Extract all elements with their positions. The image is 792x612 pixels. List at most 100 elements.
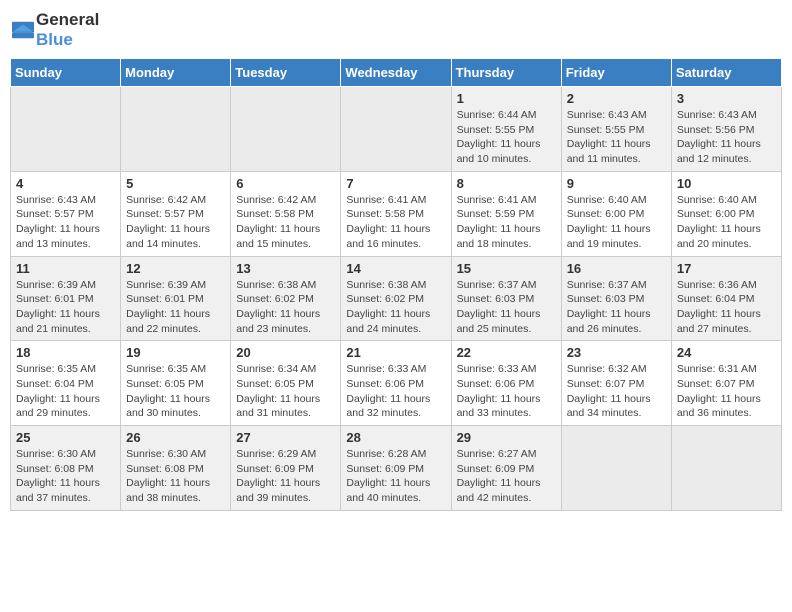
calendar-table: SundayMondayTuesdayWednesdayThursdayFrid…	[10, 58, 782, 511]
calendar-cell: 26 Sunrise: 6:30 AM Sunset: 6:08 PM Dayli…	[121, 426, 231, 511]
calendar-cell: 14 Sunrise: 6:38 AM Sunset: 6:02 PM Dayli…	[341, 256, 451, 341]
calendar-cell: 12 Sunrise: 6:39 AM Sunset: 6:01 PM Dayli…	[121, 256, 231, 341]
calendar-cell	[561, 426, 671, 511]
logo-icon	[12, 19, 34, 41]
calendar-cell: 15Sunrise: 6:37 AM Sunset: 6:03 PM Dayli…	[451, 256, 561, 341]
day-info: Sunrise: 6:33 AM Sunset: 6:06 PM Dayligh…	[457, 362, 556, 421]
calendar-cell: 2 Sunrise: 6:43 AM Sunset: 5:55 PM Daylig…	[561, 87, 671, 172]
day-number: 24	[677, 345, 776, 360]
calendar-cell: 7 Sunrise: 6:41 AM Sunset: 5:58 PM Daylig…	[341, 171, 451, 256]
day-number: 25	[16, 430, 115, 445]
day-info: Sunrise: 6:40 AM Sunset: 6:00 PM Dayligh…	[567, 193, 666, 252]
calendar-cell: 24 Sunrise: 6:31 AM Sunset: 6:07 PM Dayli…	[671, 341, 781, 426]
calendar-cell	[671, 426, 781, 511]
day-info: Sunrise: 6:41 AM Sunset: 5:58 PM Dayligh…	[346, 193, 445, 252]
day-number: 23	[567, 345, 666, 360]
day-info: Sunrise: 6:33 AM Sunset: 6:06 PM Dayligh…	[346, 362, 445, 421]
day-number: 14	[346, 261, 445, 276]
day-number: 27	[236, 430, 335, 445]
day-info: Sunrise: 6:29 AM Sunset: 6:09 PM Dayligh…	[236, 447, 335, 506]
day-number: 20	[236, 345, 335, 360]
calendar-cell: 1 Sunrise: 6:44 AM Sunset: 5:55 PM Daylig…	[451, 87, 561, 172]
day-number: 4	[16, 176, 115, 191]
day-number: 16	[567, 261, 666, 276]
day-number: 29	[457, 430, 556, 445]
day-info: Sunrise: 6:35 AM Sunset: 6:04 PM Dayligh…	[16, 362, 115, 421]
day-number: 9	[567, 176, 666, 191]
day-number: 1	[457, 91, 556, 106]
day-number: 2	[567, 91, 666, 106]
calendar-cell: 16 Sunrise: 6:37 AM Sunset: 6:03 PM Dayli…	[561, 256, 671, 341]
day-header-thursday: Thursday	[451, 59, 561, 87]
calendar-cell: 8Sunrise: 6:41 AM Sunset: 5:59 PM Daylig…	[451, 171, 561, 256]
calendar-cell: 3 Sunrise: 6:43 AM Sunset: 5:56 PM Daylig…	[671, 87, 781, 172]
calendar-cell: 11Sunrise: 6:39 AM Sunset: 6:01 PM Dayli…	[11, 256, 121, 341]
day-info: Sunrise: 6:43 AM Sunset: 5:56 PM Dayligh…	[677, 108, 776, 167]
day-number: 22	[457, 345, 556, 360]
day-number: 19	[126, 345, 225, 360]
day-number: 6	[236, 176, 335, 191]
day-info: Sunrise: 6:32 AM Sunset: 6:07 PM Dayligh…	[567, 362, 666, 421]
day-info: Sunrise: 6:42 AM Sunset: 5:57 PM Dayligh…	[126, 193, 225, 252]
day-info: Sunrise: 6:30 AM Sunset: 6:08 PM Dayligh…	[16, 447, 115, 506]
day-number: 11	[16, 261, 115, 276]
day-info: Sunrise: 6:34 AM Sunset: 6:05 PM Dayligh…	[236, 362, 335, 421]
day-number: 18	[16, 345, 115, 360]
day-header-friday: Friday	[561, 59, 671, 87]
day-header-saturday: Saturday	[671, 59, 781, 87]
calendar-cell: 28 Sunrise: 6:28 AM Sunset: 6:09 PM Dayli…	[341, 426, 451, 511]
day-info: Sunrise: 6:35 AM Sunset: 6:05 PM Dayligh…	[126, 362, 225, 421]
day-header-wednesday: Wednesday	[341, 59, 451, 87]
day-info: Sunrise: 6:43 AM Sunset: 5:57 PM Dayligh…	[16, 193, 115, 252]
calendar-cell: 21 Sunrise: 6:33 AM Sunset: 6:06 PM Dayli…	[341, 341, 451, 426]
logo-general: General	[36, 10, 99, 29]
calendar-cell	[231, 87, 341, 172]
day-number: 21	[346, 345, 445, 360]
day-info: Sunrise: 6:41 AM Sunset: 5:59 PM Dayligh…	[457, 193, 556, 252]
calendar-cell: 6Sunrise: 6:42 AM Sunset: 5:58 PM Daylig…	[231, 171, 341, 256]
day-header-tuesday: Tuesday	[231, 59, 341, 87]
day-info: Sunrise: 6:39 AM Sunset: 6:01 PM Dayligh…	[126, 278, 225, 337]
calendar-cell: 4 Sunrise: 6:43 AM Sunset: 5:57 PM Daylig…	[11, 171, 121, 256]
calendar-week-row: 1 Sunrise: 6:44 AM Sunset: 5:55 PM Daylig…	[11, 87, 782, 172]
day-number: 12	[126, 261, 225, 276]
calendar-cell: 18 Sunrise: 6:35 AM Sunset: 6:04 PM Dayli…	[11, 341, 121, 426]
day-info: Sunrise: 6:36 AM Sunset: 6:04 PM Dayligh…	[677, 278, 776, 337]
day-number: 10	[677, 176, 776, 191]
calendar-cell	[341, 87, 451, 172]
calendar-week-row: 4 Sunrise: 6:43 AM Sunset: 5:57 PM Daylig…	[11, 171, 782, 256]
logo-blue: Blue	[36, 30, 73, 49]
calendar-cell: 25 Sunrise: 6:30 AM Sunset: 6:08 PM Dayli…	[11, 426, 121, 511]
calendar-cell: 5 Sunrise: 6:42 AM Sunset: 5:57 PM Daylig…	[121, 171, 231, 256]
day-header-sunday: Sunday	[11, 59, 121, 87]
day-info: Sunrise: 6:30 AM Sunset: 6:08 PM Dayligh…	[126, 447, 225, 506]
day-info: Sunrise: 6:38 AM Sunset: 6:02 PM Dayligh…	[346, 278, 445, 337]
calendar-cell: 29Sunrise: 6:27 AM Sunset: 6:09 PM Dayli…	[451, 426, 561, 511]
day-number: 15	[457, 261, 556, 276]
day-number: 28	[346, 430, 445, 445]
day-info: Sunrise: 6:38 AM Sunset: 6:02 PM Dayligh…	[236, 278, 335, 337]
day-number: 7	[346, 176, 445, 191]
day-info: Sunrise: 6:40 AM Sunset: 6:00 PM Dayligh…	[677, 193, 776, 252]
day-info: Sunrise: 6:44 AM Sunset: 5:55 PM Dayligh…	[457, 108, 556, 167]
calendar-cell: 27 Sunrise: 6:29 AM Sunset: 6:09 PM Dayli…	[231, 426, 341, 511]
day-header-monday: Monday	[121, 59, 231, 87]
calendar-week-row: 18 Sunrise: 6:35 AM Sunset: 6:04 PM Dayli…	[11, 341, 782, 426]
day-info: Sunrise: 6:28 AM Sunset: 6:09 PM Dayligh…	[346, 447, 445, 506]
calendar-week-row: 11 Sunrise: 6:39 AM Sunset: 6:01 PM Dayli…	[11, 256, 782, 341]
day-number: 5	[126, 176, 225, 191]
calendar-cell: 9 Sunrise: 6:40 AM Sunset: 6:00 PM Daylig…	[561, 171, 671, 256]
calendar-cell	[11, 87, 121, 172]
day-number: 3	[677, 91, 776, 106]
day-info: Sunrise: 6:43 AM Sunset: 5:55 PM Dayligh…	[567, 108, 666, 167]
day-number: 17	[677, 261, 776, 276]
day-number: 13	[236, 261, 335, 276]
calendar-cell: 10 Sunrise: 6:40 AM Sunset: 6:00 PM Dayli…	[671, 171, 781, 256]
day-number: 26	[126, 430, 225, 445]
calendar-header-row: SundayMondayTuesdayWednesdayThursdayFrid…	[11, 59, 782, 87]
calendar-cell	[121, 87, 231, 172]
day-info: Sunrise: 6:37 AM Sunset: 6:03 PM Dayligh…	[567, 278, 666, 337]
calendar-week-row: 25 Sunrise: 6:30 AM Sunset: 6:08 PM Dayli…	[11, 426, 782, 511]
calendar-cell: 17 Sunrise: 6:36 AM Sunset: 6:04 PM Dayli…	[671, 256, 781, 341]
day-info: Sunrise: 6:31 AM Sunset: 6:07 PM Dayligh…	[677, 362, 776, 421]
